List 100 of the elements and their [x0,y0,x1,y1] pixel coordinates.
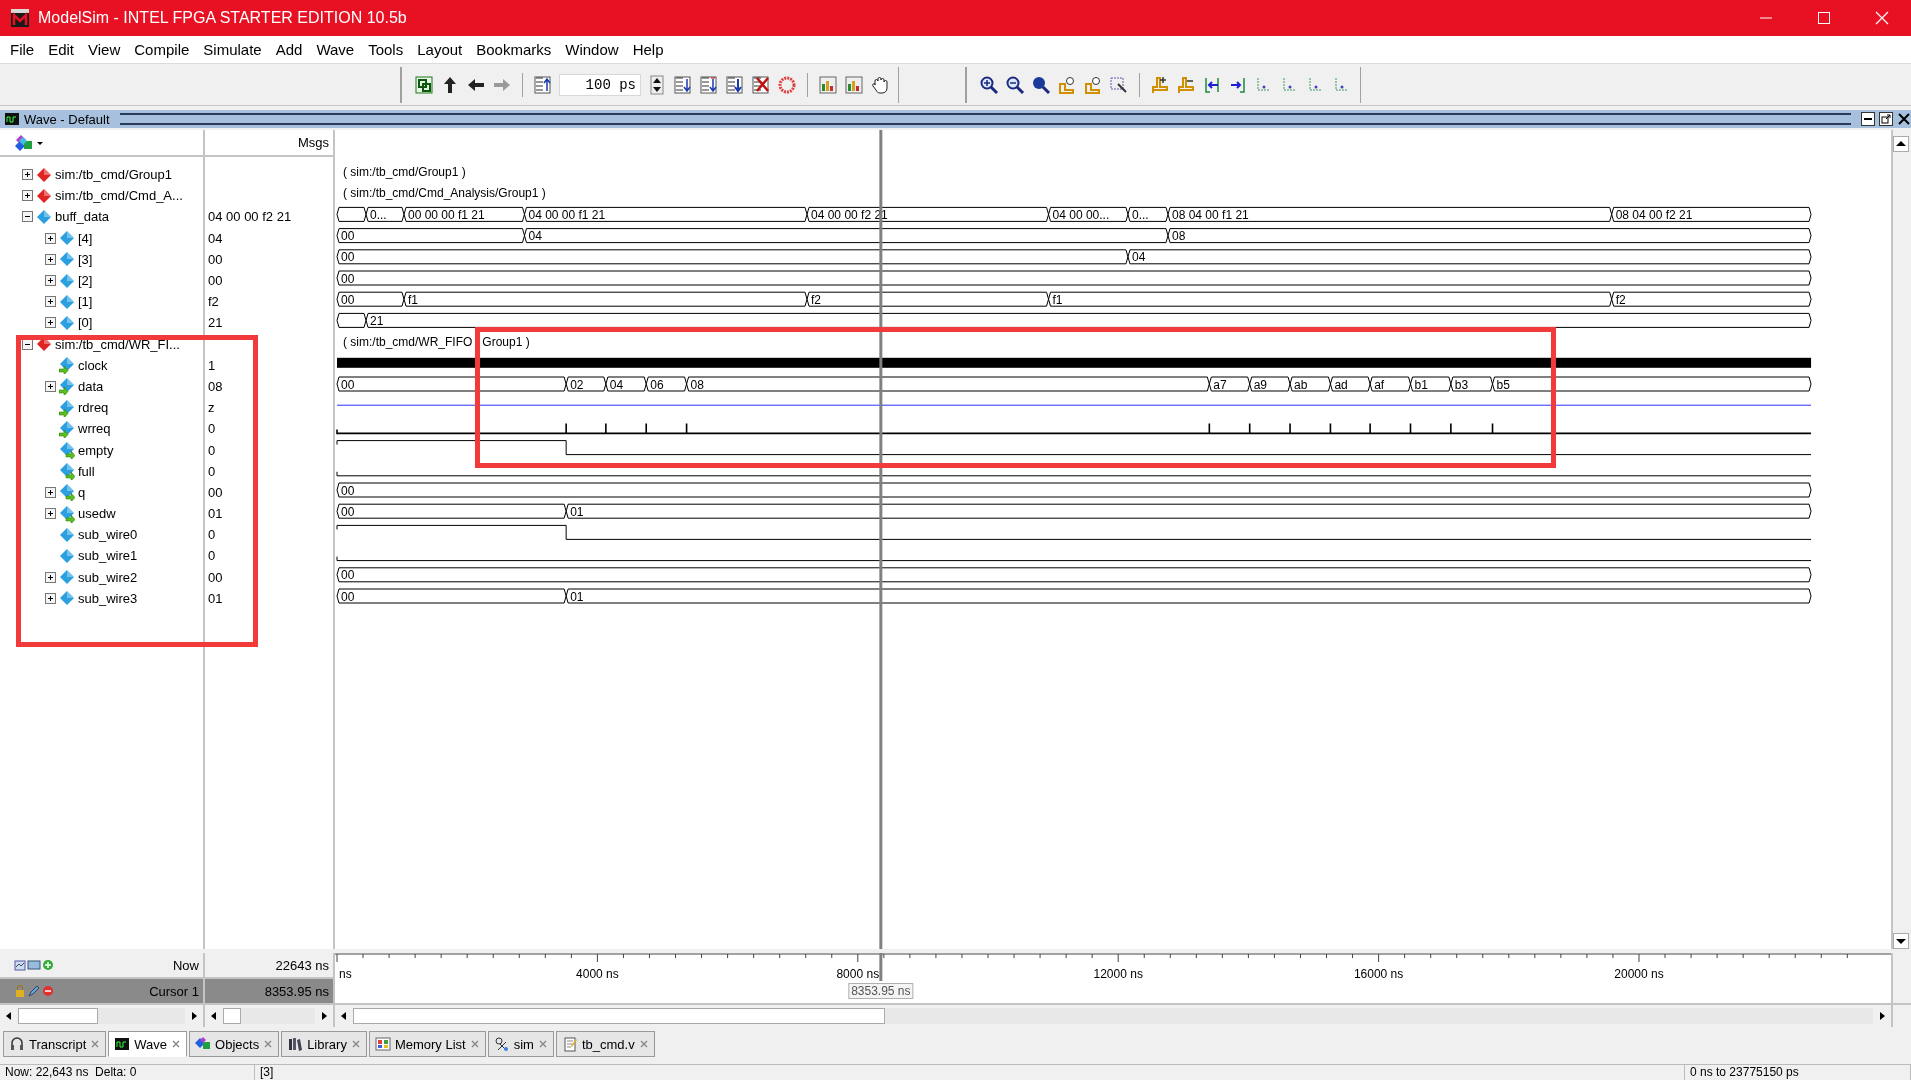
signal-name[interactable]: [4] [78,230,93,246]
stop-icon[interactable] [777,74,797,95]
menu-item[interactable]: Edit [41,38,82,61]
bus-value: 0... [1131,207,1149,222]
palette-icon[interactable] [14,133,34,152]
run-length-field[interactable]: 100 ps [559,73,641,96]
menu-item[interactable]: File [3,38,42,61]
expand-icon[interactable] [45,296,56,308]
tab[interactable]: tb_cmd.v [555,1031,655,1057]
expand-icon[interactable] [45,380,56,392]
scroll-up-icon[interactable] [1893,136,1909,152]
expand-icon[interactable] [45,275,56,287]
signal-icon [59,251,75,268]
collapse-icon[interactable] [22,211,33,223]
signal-name[interactable]: sub_wire3 [78,590,138,606]
signal-name[interactable]: sub_wire2 [78,569,138,585]
signal-name[interactable]: [1] [78,294,93,310]
add-cursor-icon[interactable] [1150,74,1170,95]
expand-icon[interactable] [22,169,33,181]
tab[interactable]: Wave [108,1031,188,1057]
menu-item[interactable]: Tools [361,38,411,61]
signal-name[interactable]: usedw [78,506,116,522]
horizontal-scrollbar[interactable] [205,1005,333,1027]
screen-icon[interactable] [27,958,41,972]
signal-name[interactable]: sim:/tb_cmd/Cmd_A... [55,188,183,204]
expand-icon[interactable] [45,571,56,583]
remove-cursor-icon[interactable] [1176,74,1196,95]
signal-name[interactable]: sub_wire1 [78,548,138,564]
menu-item[interactable]: Layout [410,38,470,61]
menu-item[interactable]: Bookmarks [469,38,559,61]
signal-name[interactable]: [2] [78,273,93,289]
spinner-icon[interactable] [647,74,667,95]
horizontal-scrollbar[interactable] [0,1005,203,1027]
run-all-icon[interactable] [725,74,745,95]
scroll-down-icon[interactable] [1893,933,1909,949]
menu-item[interactable]: Help [625,38,671,61]
zoom-cursor-icon[interactable] [1083,74,1103,95]
scroll-thumb[interactable] [223,1008,242,1024]
vertical-scrollbar[interactable] [1893,130,1911,949]
expand-icon[interactable] [45,232,56,244]
expand-icon[interactable] [45,253,56,265]
signal-value: z [208,400,215,416]
zoom-cursor-icon[interactable] [1057,74,1077,95]
menu-item[interactable]: Wave [309,38,362,61]
wave-list-icon[interactable] [14,958,26,972]
zoom-full-icon[interactable] [1031,74,1051,95]
scroll-thumb[interactable] [18,1008,99,1024]
horizontal-scrollbar[interactable] [335,1005,1891,1027]
signal-name[interactable]: [3] [78,251,93,267]
tab[interactable]: Objects [189,1031,280,1057]
tab[interactable]: Transcript [3,1031,107,1057]
delete-icon[interactable] [42,984,54,998]
signal-name[interactable]: data [78,378,104,394]
break-icon[interactable] [751,74,771,95]
panel-background [1893,1005,1911,1027]
signal-name[interactable]: q [78,484,86,500]
close-icon[interactable] [1897,112,1911,126]
panel-background [1893,953,1911,1003]
expand-icon[interactable] [45,317,56,329]
tab[interactable]: sim [487,1031,554,1057]
expand-icon[interactable] [22,190,33,202]
signal-name[interactable]: sim:/tb_cmd/WR_FI... [55,336,180,352]
step-icon[interactable] [533,74,553,95]
signal-name[interactable]: empty [78,442,114,458]
minimize-icon[interactable] [1861,112,1875,126]
collapse-icon[interactable] [22,338,33,350]
undock-icon[interactable] [1879,112,1893,126]
menu-item[interactable]: Add [268,38,310,61]
expand-icon[interactable] [45,592,56,604]
zoom-in-icon[interactable] [979,74,999,95]
tab[interactable]: Memory List [368,1031,486,1057]
expand-icon[interactable] [45,508,56,520]
chart-icon[interactable] [844,74,864,95]
run-icon[interactable] [673,74,693,95]
signal-name[interactable]: [0] [78,315,93,331]
signal-name[interactable]: wrreq [78,421,111,437]
signal-name[interactable]: clock [78,357,108,373]
restart-icon[interactable] [414,74,434,95]
add-icon[interactable] [42,958,54,972]
window-grip[interactable] [119,113,1851,125]
zoom-out-icon[interactable] [1005,74,1025,95]
signal-name[interactable]: sub_wire0 [78,527,138,543]
signal-name[interactable]: sim:/tb_cmd/Group1 [55,167,173,183]
chart-icon[interactable] [818,74,838,95]
expand-icon[interactable] [45,486,56,498]
signal-name[interactable]: full [78,463,95,479]
menu-item[interactable]: View [81,38,128,61]
continue-run-icon[interactable] [699,74,719,95]
zoom-region-icon[interactable] [1109,74,1129,95]
menu-item[interactable]: Window [558,38,626,61]
signal-name[interactable]: buff_data [55,209,109,225]
menu-item[interactable]: Compile [127,38,197,61]
scroll-thumb[interactable] [353,1008,885,1024]
signal-name[interactable]: rdreq [78,400,109,416]
menu-item[interactable]: Simulate [196,38,269,61]
hand-icon[interactable] [870,74,890,95]
cursor-line[interactable] [879,953,883,981]
cursor-name[interactable]: Cursor 1 [149,983,199,999]
pencil-icon[interactable] [27,984,41,998]
tab[interactable]: Library [281,1031,367,1057]
